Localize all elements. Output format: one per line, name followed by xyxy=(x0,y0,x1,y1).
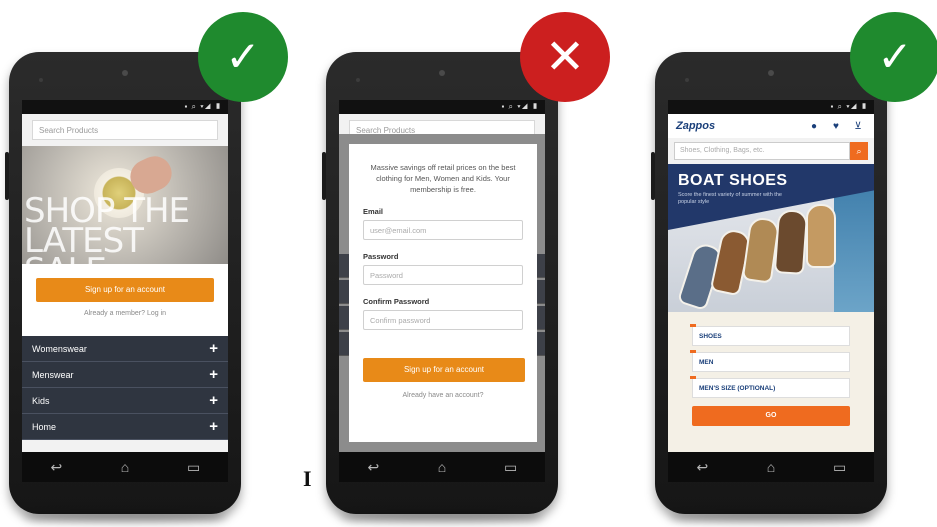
sensor xyxy=(685,78,689,82)
back-icon[interactable]: ↩ xyxy=(682,459,722,476)
modal-intro: Massive savings off retail prices on the… xyxy=(370,163,516,194)
recents-icon[interactable]: ▭ xyxy=(491,459,531,476)
side-button xyxy=(651,152,655,200)
search-bar: Shoes, Clothing, Bags, etc. ⌕ xyxy=(674,142,868,160)
plus-icon: + xyxy=(209,418,218,435)
earpiece xyxy=(439,70,445,76)
category-home[interactable]: Home + xyxy=(22,414,228,440)
android-nav-bar: ↩ ⌂ ▭ xyxy=(339,452,545,482)
category-label: Womenswear xyxy=(32,343,87,354)
email-label: Email xyxy=(363,207,384,216)
user-icon[interactable]: ● xyxy=(806,121,822,132)
plus-icon: + xyxy=(209,340,218,357)
login-link[interactable]: Already a member? Log in xyxy=(22,310,228,317)
phone-good-example-2: ▪ ⌕ ▾◢ ▮ Zappos ● ♥ ⊻ Shoes, Clothing, B… xyxy=(651,52,887,514)
status-bar: ▪ ⌕ ▾◢ ▮ xyxy=(22,100,228,114)
cross-icon: ✕ xyxy=(520,12,610,102)
boat-shoes-banner[interactable]: BOAT SHOES Score the finest variety of s… xyxy=(668,164,874,312)
category-label: Menswear xyxy=(32,369,74,380)
status-bar: ▪ ⌕ ▾◢ ▮ xyxy=(339,100,545,114)
search-input[interactable]: Search Products xyxy=(32,120,218,140)
confirm-password-label: Confirm Password xyxy=(363,297,430,306)
search-input[interactable]: Shoes, Clothing, Bags, etc. xyxy=(674,142,850,160)
signup-modal: Massive savings off retail prices on the… xyxy=(349,144,537,442)
category-label: Home xyxy=(32,421,57,432)
signup-button[interactable]: Sign up for an account xyxy=(36,278,214,302)
side-button xyxy=(5,152,9,200)
check-icon: ✓ xyxy=(850,12,937,102)
shoe-image xyxy=(806,204,836,268)
shoe-finder-form: SHOES MEN MEN'S SIZE (OPTIONAL) GO xyxy=(668,312,874,452)
home-icon[interactable]: ⌂ xyxy=(751,459,791,475)
screen: ▪ ⌕ ▾◢ ▮ Search Products SHOP THE LATEST… xyxy=(22,100,228,452)
android-nav-bar: ↩ ⌂ ▭ xyxy=(668,452,874,482)
heart-icon[interactable]: ♥ xyxy=(828,121,844,132)
android-nav-bar: ↩ ⌂ ▭ xyxy=(22,452,228,482)
sensor xyxy=(356,78,360,82)
go-button[interactable]: GO xyxy=(692,406,850,426)
home-icon[interactable]: ⌂ xyxy=(105,459,145,475)
signup-button[interactable]: Sign up for an account xyxy=(363,358,525,382)
category-label: Kids xyxy=(32,395,50,406)
side-button xyxy=(322,152,326,200)
logo[interactable]: Zappos xyxy=(676,120,800,132)
email-field[interactable]: user@email.com xyxy=(363,220,523,240)
confirm-password-field[interactable]: Confirm password xyxy=(363,310,523,330)
login-link[interactable]: Already have an account? xyxy=(363,392,523,399)
hero-line-2: LATEST SALE xyxy=(24,221,144,264)
recents-icon[interactable]: ▭ xyxy=(820,459,860,476)
plus-icon: + xyxy=(209,366,218,383)
banner-title: BOAT SHOES xyxy=(678,172,788,189)
phone-bad-example: ▪ ⌕ ▾◢ ▮ Search Products Massive savings… xyxy=(322,52,558,514)
back-icon[interactable]: ↩ xyxy=(36,459,76,476)
sensor xyxy=(39,78,43,82)
screen: ▪ ⌕ ▾◢ ▮ Zappos ● ♥ ⊻ Shoes, Clothing, B… xyxy=(668,100,874,452)
store-header: Zappos ● ♥ ⊻ xyxy=(668,114,874,138)
screen: ▪ ⌕ ▾◢ ▮ Search Products Massive savings… xyxy=(339,100,545,452)
earpiece xyxy=(768,70,774,76)
check-icon: ✓ xyxy=(198,12,288,102)
category-select[interactable]: SHOES xyxy=(690,324,850,346)
password-label: Password xyxy=(363,252,399,261)
hero-text: SHOP THE LATEST SALE xyxy=(24,194,228,264)
password-field[interactable]: Password xyxy=(363,265,523,285)
banner-subtitle: Score the finest variety of summer with … xyxy=(678,192,782,205)
earpiece xyxy=(122,70,128,76)
search-icon[interactable]: ⌕ xyxy=(850,142,868,160)
shoe-image xyxy=(773,209,809,275)
stray-text: I xyxy=(303,466,312,491)
cart-icon[interactable]: ⊻ xyxy=(850,121,866,132)
category-kids[interactable]: Kids + xyxy=(22,388,228,414)
gender-select[interactable]: MEN xyxy=(690,350,850,372)
hero-banner: SHOP THE LATEST SALE xyxy=(22,146,228,264)
home-icon[interactable]: ⌂ xyxy=(422,459,462,475)
size-select[interactable]: MEN'S SIZE (OPTIONAL) xyxy=(690,376,850,398)
signup-section: Sign up for an account Already a member?… xyxy=(22,264,228,336)
back-icon[interactable]: ↩ xyxy=(353,459,393,476)
category-menswear[interactable]: Menswear + xyxy=(22,362,228,388)
plus-icon: + xyxy=(209,392,218,409)
recents-icon[interactable]: ▭ xyxy=(174,459,214,476)
status-bar: ▪ ⌕ ▾◢ ▮ xyxy=(668,100,874,114)
category-womenswear[interactable]: Womenswear + xyxy=(22,336,228,362)
phone-good-example-1: ▪ ⌕ ▾◢ ▮ Search Products SHOP THE LATEST… xyxy=(5,52,241,514)
